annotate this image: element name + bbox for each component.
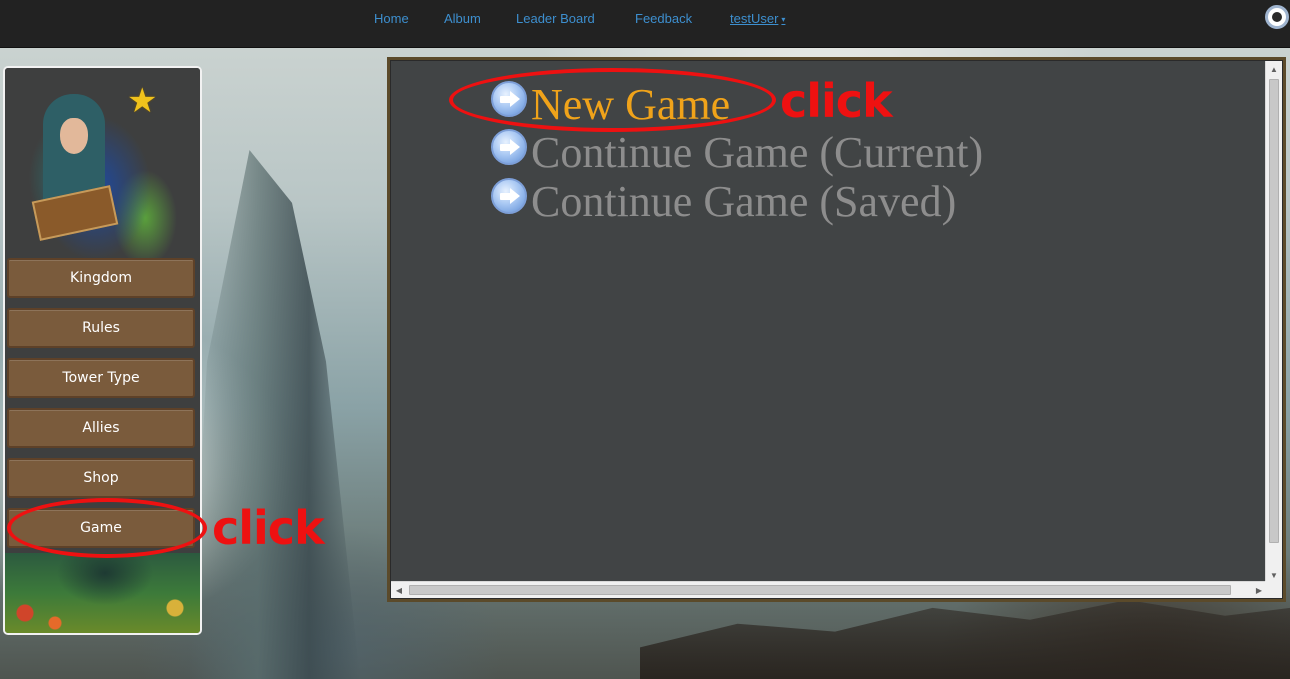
scroll-left-icon[interactable]: ◀: [391, 582, 407, 598]
sidebar-item-kingdom[interactable]: Kingdom: [7, 258, 195, 298]
sidebar-item-tower-type[interactable]: Tower Type: [7, 358, 195, 398]
game-panel: New Game Continue Game (Current) Continu…: [387, 57, 1286, 602]
continue-current-option[interactable]: Continue Game (Current): [491, 128, 984, 177]
continue-saved-label: Continue Game (Saved): [531, 177, 957, 226]
horizontal-scroll-thumb[interactable]: [409, 585, 1231, 595]
continue-current-label: Continue Game (Current): [531, 128, 984, 177]
nav-album-link[interactable]: Album: [444, 11, 481, 26]
forest-illustration: [5, 553, 200, 633]
scroll-up-icon[interactable]: ▲: [1266, 61, 1282, 77]
arrow-right-icon: [491, 178, 527, 214]
game-click-annotation: click: [212, 501, 325, 555]
top-navbar: Home Album Leader Board Feedback testUse…: [0, 0, 1290, 48]
caret-down-icon: ▾: [781, 15, 786, 25]
star-icon: ★: [127, 82, 158, 120]
background-mountain: [190, 150, 360, 679]
portrait-face: [60, 118, 88, 154]
vertical-scroll-thumb[interactable]: [1269, 79, 1279, 543]
horizontal-scrollbar[interactable]: ◀ ▶: [391, 581, 1267, 598]
continue-saved-option[interactable]: Continue Game (Saved): [491, 177, 957, 226]
nav-home-link[interactable]: Home: [374, 11, 409, 26]
arrow-right-icon: [491, 129, 527, 165]
game-panel-content: New Game Continue Game (Current) Continu…: [390, 60, 1283, 599]
sidebar-item-shop[interactable]: Shop: [7, 458, 195, 498]
vertical-scrollbar[interactable]: ▲ ▼: [1265, 61, 1282, 583]
user-name: testUser: [730, 11, 779, 26]
character-portrait: ★: [5, 68, 200, 258]
circle-icon[interactable]: [1265, 5, 1289, 29]
new-game-highlight-ellipse: [449, 68, 776, 132]
background-rocks: [640, 600, 1290, 679]
nav-leader-board-link[interactable]: Leader Board: [516, 11, 595, 26]
nav-feedback-link[interactable]: Feedback: [635, 11, 692, 26]
scrollbar-corner: [1265, 581, 1282, 598]
new-game-click-annotation: click: [780, 74, 893, 128]
user-menu-dropdown[interactable]: testUser ▾: [730, 11, 785, 26]
game-highlight-ellipse: [7, 498, 207, 558]
sidebar-item-rules[interactable]: Rules: [7, 308, 195, 348]
sidebar-item-allies[interactable]: Allies: [7, 408, 195, 448]
